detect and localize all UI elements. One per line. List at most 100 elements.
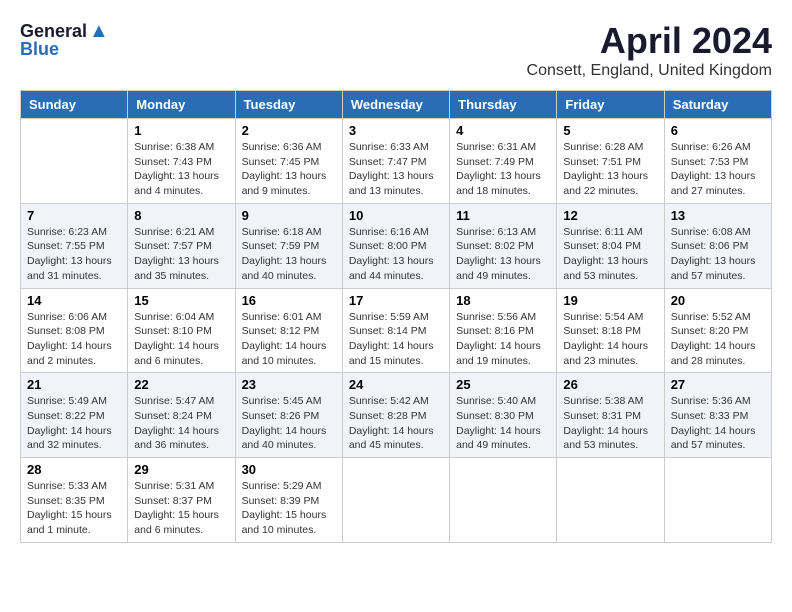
logo: General ▲ Blue [20, 20, 109, 60]
day-info: Sunrise: 5:59 AM Sunset: 8:14 PM Dayligh… [349, 310, 443, 369]
day-info: Sunrise: 5:45 AM Sunset: 8:26 PM Dayligh… [242, 394, 336, 453]
table-row: 14 Sunrise: 6:06 AM Sunset: 8:08 PM Dayli… [21, 288, 128, 373]
day-info: Sunrise: 5:49 AM Sunset: 8:22 PM Dayligh… [27, 394, 121, 453]
table-row: 12 Sunrise: 6:11 AM Sunset: 8:04 PM Dayli… [557, 203, 664, 288]
month-title: April 2024 [527, 20, 772, 62]
day-info: Sunrise: 6:11 AM Sunset: 8:04 PM Dayligh… [563, 225, 657, 284]
day-info: Sunrise: 5:31 AM Sunset: 8:37 PM Dayligh… [134, 479, 228, 538]
week-row-1: 1 Sunrise: 6:38 AM Sunset: 7:43 PM Daylig… [21, 119, 772, 204]
day-number: 21 [27, 377, 121, 392]
table-row: 26 Sunrise: 5:38 AM Sunset: 8:31 PM Dayli… [557, 373, 664, 458]
table-row: 18 Sunrise: 5:56 AM Sunset: 8:16 PM Dayli… [450, 288, 557, 373]
day-info: Sunrise: 6:06 AM Sunset: 8:08 PM Dayligh… [27, 310, 121, 369]
day-number: 2 [242, 123, 336, 138]
day-number: 27 [671, 377, 765, 392]
day-number: 26 [563, 377, 657, 392]
day-number: 15 [134, 293, 228, 308]
table-row: 15Sunrise: 6:04 AM Sunset: 8:10 PM Dayli… [128, 288, 235, 373]
day-info: Sunrise: 6:21 AM Sunset: 7:57 PM Dayligh… [134, 225, 228, 284]
col-wednesday: Wednesday [342, 91, 449, 119]
day-info: Sunrise: 5:47 AM Sunset: 8:24 PM Dayligh… [134, 394, 228, 453]
day-number: 28 [27, 462, 121, 477]
day-number: 25 [456, 377, 550, 392]
day-number: 10 [349, 208, 443, 223]
table-row: 27 Sunrise: 5:36 AM Sunset: 8:33 PM Dayli… [664, 373, 771, 458]
day-info: Sunrise: 5:56 AM Sunset: 8:16 PM Dayligh… [456, 310, 550, 369]
table-row: 6 Sunrise: 6:26 AM Sunset: 7:53 PM Daylig… [664, 119, 771, 204]
day-info: Sunrise: 6:38 AM Sunset: 7:43 PM Dayligh… [134, 140, 228, 199]
day-number: 14 [27, 293, 121, 308]
day-number: 16 [242, 293, 336, 308]
table-row: 13 Sunrise: 6:08 AM Sunset: 8:06 PM Dayli… [664, 203, 771, 288]
day-info: Sunrise: 5:38 AM Sunset: 8:31 PM Dayligh… [563, 394, 657, 453]
table-row: 11 Sunrise: 6:13 AM Sunset: 8:02 PM Dayli… [450, 203, 557, 288]
day-info: Sunrise: 5:42 AM Sunset: 8:28 PM Dayligh… [349, 394, 443, 453]
day-info: Sunrise: 6:36 AM Sunset: 7:45 PM Dayligh… [242, 140, 336, 199]
table-row [342, 458, 449, 543]
page-header: General ▲ Blue April 2024 Consett, Engla… [20, 20, 772, 80]
table-row: 2 Sunrise: 6:36 AM Sunset: 7:45 PM Daylig… [235, 119, 342, 204]
day-info: Sunrise: 6:23 AM Sunset: 7:55 PM Dayligh… [27, 225, 121, 284]
table-row: 4 Sunrise: 6:31 AM Sunset: 7:49 PM Daylig… [450, 119, 557, 204]
day-info: Sunrise: 6:26 AM Sunset: 7:53 PM Dayligh… [671, 140, 765, 199]
table-row: 29 Sunrise: 5:31 AM Sunset: 8:37 PM Dayli… [128, 458, 235, 543]
table-row: 24 Sunrise: 5:42 AM Sunset: 8:28 PM Dayli… [342, 373, 449, 458]
day-info: Sunrise: 6:08 AM Sunset: 8:06 PM Dayligh… [671, 225, 765, 284]
day-info: Sunrise: 6:28 AM Sunset: 7:51 PM Dayligh… [563, 140, 657, 199]
day-info: Sunrise: 5:36 AM Sunset: 8:33 PM Dayligh… [671, 394, 765, 453]
day-info: Sunrise: 6:33 AM Sunset: 7:47 PM Dayligh… [349, 140, 443, 199]
day-info: Sunrise: 5:54 AM Sunset: 8:18 PM Dayligh… [563, 310, 657, 369]
col-sunday: Sunday [21, 91, 128, 119]
week-row-5: 28 Sunrise: 5:33 AM Sunset: 8:35 PM Dayli… [21, 458, 772, 543]
calendar-title-area: April 2024 Consett, England, United King… [527, 20, 772, 80]
table-row [21, 119, 128, 204]
day-number: 6 [671, 123, 765, 138]
calendar-table: Sunday Monday Tuesday Wednesday Thursday… [20, 90, 772, 543]
table-row: 22Sunrise: 5:47 AM Sunset: 8:24 PM Dayli… [128, 373, 235, 458]
day-number: 18 [456, 293, 550, 308]
table-row: 21 Sunrise: 5:49 AM Sunset: 8:22 PM Dayli… [21, 373, 128, 458]
day-number: 24 [349, 377, 443, 392]
table-row: 23 Sunrise: 5:45 AM Sunset: 8:26 PM Dayli… [235, 373, 342, 458]
table-row: 8Sunrise: 6:21 AM Sunset: 7:57 PM Daylig… [128, 203, 235, 288]
day-number: 7 [27, 208, 121, 223]
logo-blue-text: Blue [20, 39, 59, 60]
table-row: 30Sunrise: 5:29 AM Sunset: 8:39 PM Dayli… [235, 458, 342, 543]
day-number: 3 [349, 123, 443, 138]
table-row [450, 458, 557, 543]
week-row-3: 14 Sunrise: 6:06 AM Sunset: 8:08 PM Dayli… [21, 288, 772, 373]
table-row: 28 Sunrise: 5:33 AM Sunset: 8:35 PM Dayli… [21, 458, 128, 543]
day-number: 12 [563, 208, 657, 223]
day-info: Sunrise: 6:13 AM Sunset: 8:02 PM Dayligh… [456, 225, 550, 284]
day-number: 19 [563, 293, 657, 308]
week-row-4: 21 Sunrise: 5:49 AM Sunset: 8:22 PM Dayli… [21, 373, 772, 458]
day-number: 13 [671, 208, 765, 223]
day-info: Sunrise: 5:52 AM Sunset: 8:20 PM Dayligh… [671, 310, 765, 369]
day-info: Sunrise: 6:31 AM Sunset: 7:49 PM Dayligh… [456, 140, 550, 199]
table-row: 19 Sunrise: 5:54 AM Sunset: 8:18 PM Dayli… [557, 288, 664, 373]
day-number: 11 [456, 208, 550, 223]
day-number: 30 [242, 462, 336, 477]
table-row: 20 Sunrise: 5:52 AM Sunset: 8:20 PM Dayli… [664, 288, 771, 373]
day-number: 20 [671, 293, 765, 308]
week-row-2: 7 Sunrise: 6:23 AM Sunset: 7:55 PM Daylig… [21, 203, 772, 288]
day-info: Sunrise: 5:33 AM Sunset: 8:35 PM Dayligh… [27, 479, 121, 538]
day-number: 5 [563, 123, 657, 138]
table-row: 9Sunrise: 6:18 AM Sunset: 7:59 PM Daylig… [235, 203, 342, 288]
table-row: 7 Sunrise: 6:23 AM Sunset: 7:55 PM Daylig… [21, 203, 128, 288]
day-info: Sunrise: 5:40 AM Sunset: 8:30 PM Dayligh… [456, 394, 550, 453]
day-number: 17 [349, 293, 443, 308]
day-number: 4 [456, 123, 550, 138]
col-monday: Monday [128, 91, 235, 119]
location-title: Consett, England, United Kingdom [527, 62, 772, 80]
logo-bird-icon: ▲ [89, 20, 109, 43]
table-row: 3 Sunrise: 6:33 AM Sunset: 7:47 PM Daylig… [342, 119, 449, 204]
day-number: 29 [134, 462, 228, 477]
table-row: 25 Sunrise: 5:40 AM Sunset: 8:30 PM Dayli… [450, 373, 557, 458]
day-number: 1 [134, 123, 228, 138]
table-row [664, 458, 771, 543]
col-thursday: Thursday [450, 91, 557, 119]
day-number: 23 [242, 377, 336, 392]
day-info: Sunrise: 6:01 AM Sunset: 8:12 PM Dayligh… [242, 310, 336, 369]
day-info: Sunrise: 6:18 AM Sunset: 7:59 PM Dayligh… [242, 225, 336, 284]
